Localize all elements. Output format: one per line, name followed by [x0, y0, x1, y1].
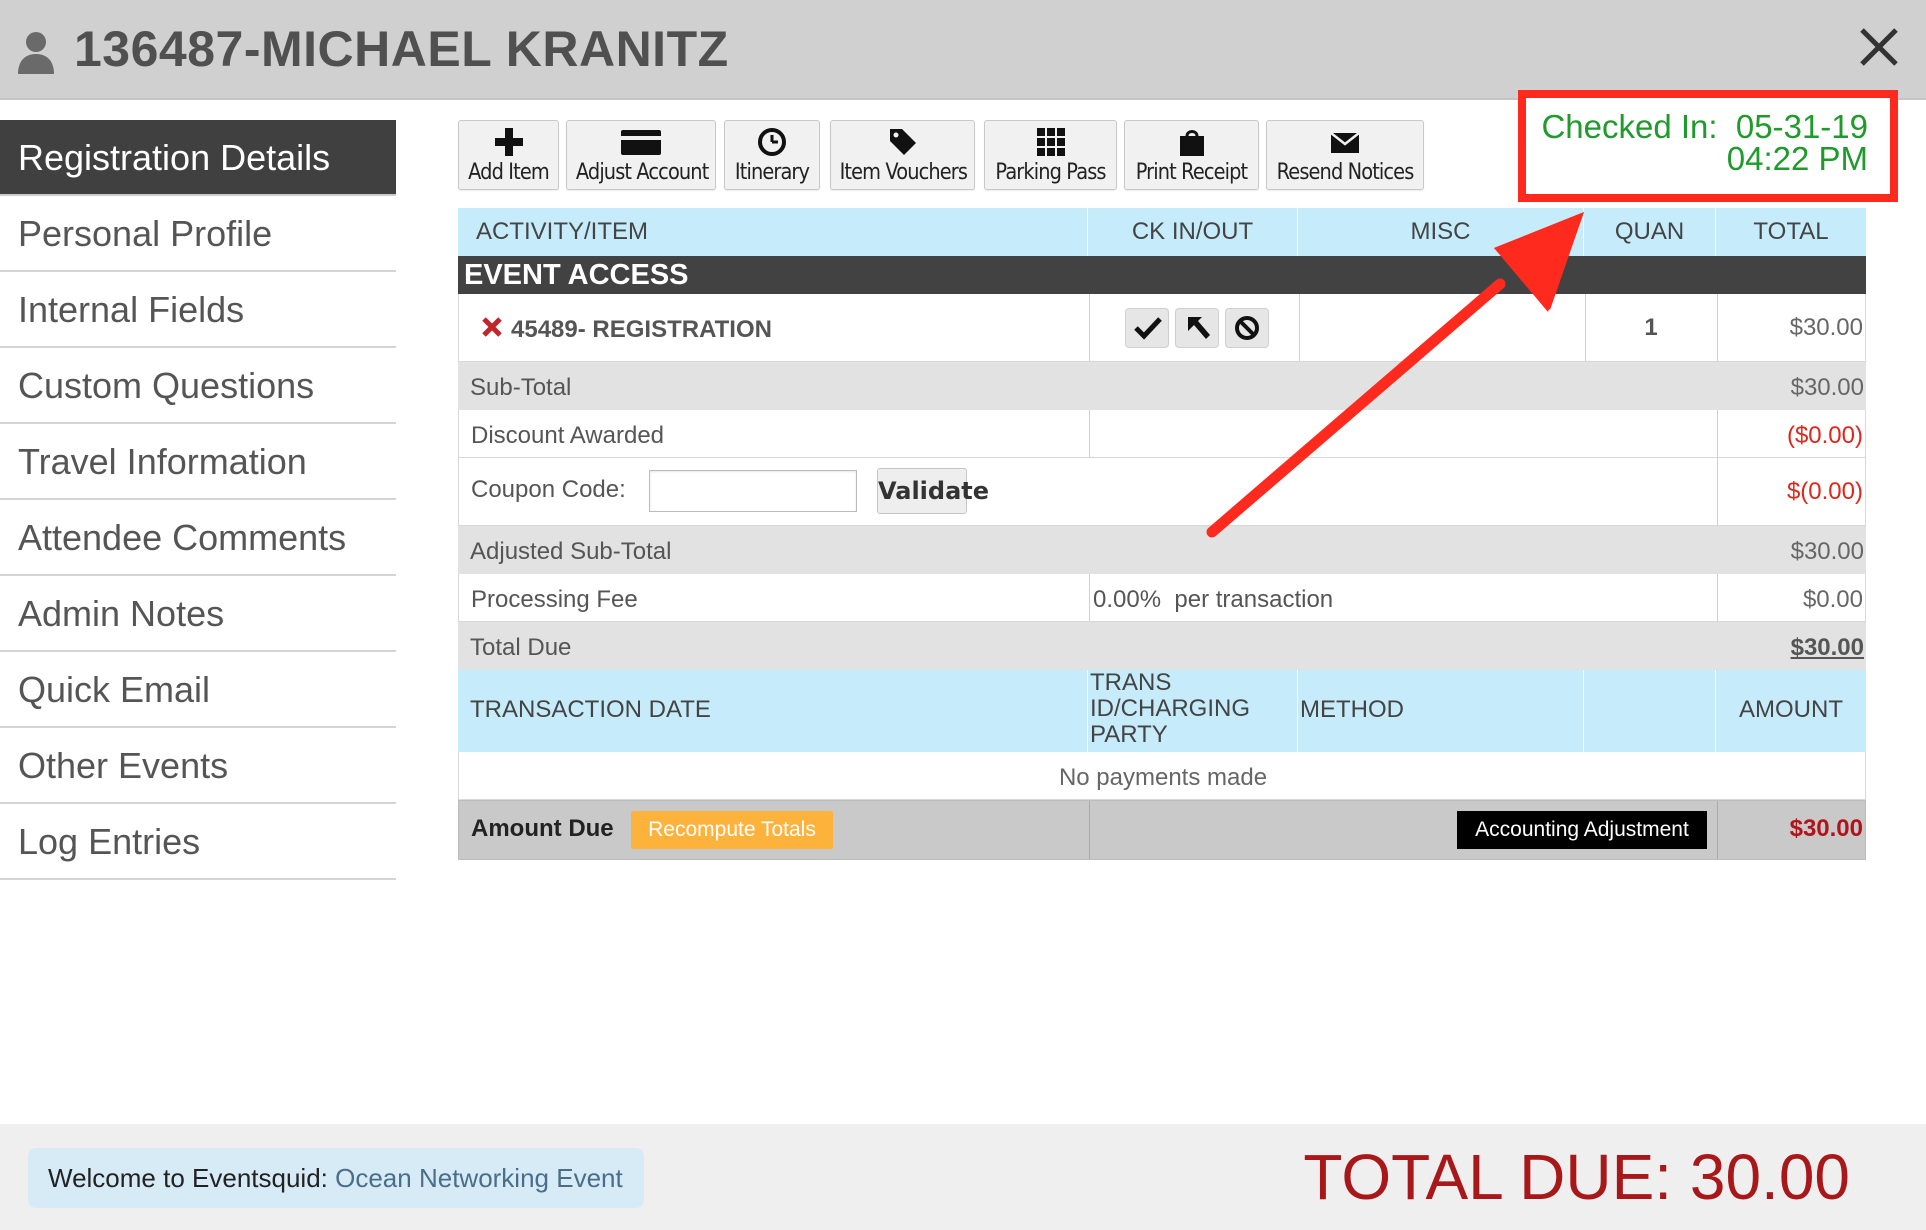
trans-id-header: TRANS ID/CHARGING PARTY	[1088, 670, 1298, 752]
section-title: EVENT ACCESS	[464, 259, 689, 291]
sidebar-item-log-entries[interactable]: Log Entries	[0, 804, 396, 880]
item-total: $30.00	[1789, 314, 1863, 341]
sidebar-item-other-events[interactable]: Other Events	[0, 728, 396, 804]
table-header-row: ACTIVITY/ITEM CK IN/OUT MISC QUAN TOTAL	[458, 208, 1866, 256]
amount-due-value: $30.00	[1789, 815, 1863, 842]
tag-icon	[889, 129, 916, 155]
table-row: 45489- REGISTRATION 1 $30.00	[458, 294, 1866, 362]
processing-fee-row: Processing Fee 0.00% per transaction $0.…	[458, 574, 1866, 622]
amount-header: AMOUNT	[1739, 696, 1843, 723]
adjusted-subtotal-label: Adjusted Sub-Total	[470, 538, 672, 565]
resend-notices-button[interactable]: Resend Notices	[1266, 120, 1424, 190]
checked-in-time: 04:22 PM	[1726, 140, 1868, 177]
sidebar-nav: Registration Details Personal Profile In…	[0, 120, 396, 880]
check-out-button[interactable]	[1175, 308, 1219, 348]
no-payments-row: No payments made	[458, 752, 1866, 800]
misc-header: MISC	[1298, 208, 1584, 256]
print-receipt-label: Print Receipt	[1135, 160, 1248, 185]
envelope-icon	[1330, 132, 1360, 153]
amount-due-row: Amount Due Recompute Totals Accounting A…	[458, 800, 1866, 860]
item-vouchers-label: Item Vouchers	[839, 160, 968, 185]
coupon-code-input[interactable]	[649, 470, 857, 512]
trans-id-header-line3: PARTY	[1090, 721, 1168, 748]
ckinout-header: CK IN/OUT	[1088, 208, 1298, 256]
processing-fee-label: Processing Fee	[471, 586, 638, 613]
amount-due-label: Amount Due	[471, 815, 614, 842]
coupon-amount: $(0.00)	[1786, 478, 1863, 505]
item-name: 45489- REGISTRATION	[511, 316, 772, 343]
sidebar-item-admin-notes[interactable]: Admin Notes	[0, 576, 396, 652]
event-name: Ocean Networking Event	[335, 1163, 623, 1193]
adjusted-subtotal-value: $30.00	[1790, 538, 1864, 565]
modal-header: 136487-MICHAEL KRANITZ	[0, 0, 1926, 100]
section-header-event-access: EVENT ACCESS	[458, 256, 1866, 294]
recompute-totals-button[interactable]: Recompute Totals	[631, 811, 833, 849]
footer-total-due: TOTAL DUE: 30.00	[1303, 1141, 1850, 1213]
grid-icon	[1036, 128, 1065, 156]
parking-pass-label: Parking Pass	[995, 160, 1106, 185]
plus-icon	[494, 128, 523, 156]
discount-value: ($0.00)	[1786, 422, 1863, 449]
sidebar-item-custom-questions[interactable]: Custom Questions	[0, 348, 396, 424]
add-item-label: Add Item	[468, 160, 550, 185]
method-header: METHOD	[1298, 670, 1584, 752]
subtotal-row: Sub-Total $30.00	[458, 362, 1866, 410]
total-due-value: $30.00	[1790, 634, 1864, 661]
remove-item-icon[interactable]	[481, 316, 503, 338]
sidebar-item-attendee-comments[interactable]: Attendee Comments	[0, 500, 396, 576]
total-header: TOTAL	[1753, 218, 1829, 245]
item-vouchers-button[interactable]: Item Vouchers	[830, 120, 975, 190]
no-payments-message: No payments made	[1058, 764, 1268, 791]
check-icon	[1134, 317, 1162, 340]
page-title: 136487-MICHAEL KRANITZ	[74, 21, 729, 77]
sidebar-item-quick-email[interactable]: Quick Email	[0, 652, 396, 728]
close-icon[interactable]	[1858, 26, 1900, 68]
checked-in-status-box: Checked In: 05-31-19 04:22 PM	[1518, 90, 1898, 202]
trans-id-header-line2: ID/CHARGING	[1090, 695, 1251, 722]
clock-icon	[758, 128, 786, 156]
transaction-date-header: TRANSACTION DATE	[458, 670, 1088, 752]
itinerary-label: Itinerary	[734, 160, 810, 185]
validate-button[interactable]: Validate	[877, 468, 989, 514]
parking-pass-button[interactable]: Parking Pass	[984, 120, 1117, 190]
add-item-button[interactable]: Add Item	[458, 120, 559, 190]
activity-header: ACTIVITY/ITEM	[458, 208, 1088, 256]
arrow-up-left-icon	[1188, 317, 1210, 339]
cancel-check-in-button[interactable]	[1225, 308, 1269, 348]
user-icon	[18, 32, 54, 74]
sidebar-item-internal-fields[interactable]: Internal Fields	[0, 272, 396, 348]
sidebar-item-registration-details[interactable]: Registration Details	[0, 120, 396, 196]
welcome-banner: Welcome to Eventsquid: Ocean Networking …	[28, 1148, 644, 1208]
welcome-label: Welcome to Eventsquid:	[48, 1163, 328, 1193]
ban-icon	[1235, 316, 1259, 340]
coupon-row: Coupon Code: Validate $(0.00)	[458, 458, 1866, 526]
trans-id-header-line1: TRANS	[1090, 669, 1172, 696]
sidebar-item-travel-information[interactable]: Travel Information	[0, 424, 396, 500]
sidebar-item-personal-profile[interactable]: Personal Profile	[0, 196, 396, 272]
credit-card-icon	[621, 130, 661, 155]
coupon-label: Coupon Code:	[471, 476, 626, 503]
shopping-bag-icon	[1179, 130, 1204, 156]
adjust-account-button[interactable]: Adjust Account	[566, 120, 716, 190]
transactions-header-row: TRANSACTION DATE TRANS ID/CHARGING PARTY…	[458, 670, 1866, 752]
footer-bar: Welcome to Eventsquid: Ocean Networking …	[0, 1124, 1926, 1230]
accounting-adjustment-button[interactable]: Accounting Adjustment	[1457, 811, 1707, 849]
discount-row: Discount Awarded ($0.00)	[458, 410, 1866, 458]
resend-notices-label: Resend Notices	[1276, 160, 1415, 185]
discount-label: Discount Awarded	[471, 422, 665, 449]
total-due-label: Total Due	[470, 634, 572, 661]
subtotal-value: $30.00	[1790, 374, 1864, 401]
check-in-button[interactable]	[1125, 308, 1169, 348]
item-quantity: 1	[1644, 314, 1658, 341]
adjust-account-label: Adjust Account	[575, 160, 709, 185]
total-due-row: Total Due $30.00	[458, 622, 1866, 670]
print-receipt-button[interactable]: Print Receipt	[1124, 120, 1259, 190]
quan-header: QUAN	[1584, 208, 1716, 256]
itinerary-button[interactable]: Itinerary	[724, 120, 820, 190]
adjusted-subtotal-row: Adjusted Sub-Total $30.00	[458, 526, 1866, 574]
checked-in-label: Checked In:	[1541, 108, 1718, 145]
processing-fee-rate: 0.00% per transaction	[1093, 586, 1334, 613]
subtotal-label: Sub-Total	[470, 374, 572, 401]
processing-fee-value: $0.00	[1802, 586, 1863, 613]
